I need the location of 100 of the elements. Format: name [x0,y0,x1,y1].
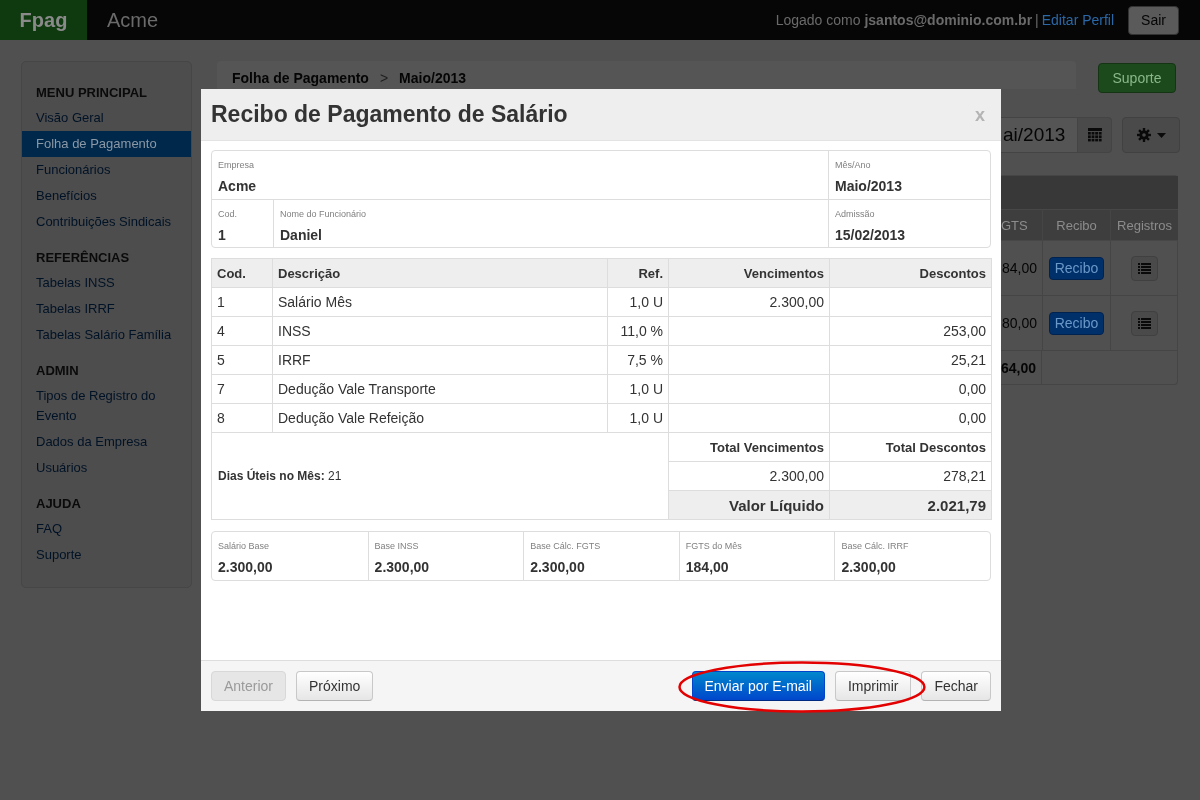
working-days-text: Dias Úteis no Mês: 21 [211,432,669,520]
table-cell: INSS [272,316,608,346]
table-cell: 4 [211,316,273,346]
session-info: Logado como jsantos@dominio.com.br [775,12,1033,28]
field-label: Admissão [835,208,876,220]
field-value: 1 [218,226,227,244]
sidebar-item[interactable]: Usuários [22,455,191,481]
column-header: Descontos [829,258,992,288]
table-cell: Dedução Vale Refeição [272,403,608,433]
field-label: Nome do Funcionário [280,208,368,220]
field-value: 2.300,00 [374,558,431,576]
column-header: Total Vencimentos [668,432,830,462]
table-cell: 7 [211,374,273,404]
section-heading: ADMIN [35,362,80,380]
table-cell: 2.300,00 [668,287,830,317]
column-header: Registros [1110,209,1178,241]
profile-link[interactable]: Editar Perfil [1041,12,1115,28]
list-icon [1138,262,1151,274]
sidebar-item[interactable]: Tabelas IRRF [22,296,191,322]
table-cell: 11,0 % [607,316,669,346]
field-value: 184,00 [685,558,730,576]
action-button[interactable]: Imprimir [834,671,912,701]
sidebar-item[interactable]: Tipos de Registro do Evento [22,383,191,429]
column-header: Vencimentos [668,258,830,288]
table-cell: 5 [211,345,273,375]
field-label: Base Cálc. IRRF [841,540,910,552]
field-value: 2.300,00 [530,558,586,576]
field-value: 2.300,00 [218,558,274,576]
field-label: Base INSS [374,540,420,552]
table-cell: 253,00 [829,316,992,346]
breadcrumb-current: Maio/2013 [399,70,467,87]
column-header: Ref. [607,258,669,288]
column-header: Recibo [1042,209,1110,241]
table-cell: 0,00 [829,403,992,433]
brand-logo[interactable]: Fpag [0,0,87,40]
sidebar-item[interactable]: Visão Geral [22,105,191,131]
section-heading: MENU PRINCIPAL [35,84,148,102]
caret-icon [1156,132,1166,138]
table-cell: 25,21 [829,345,992,375]
table-cell: 2.300,00 [668,461,830,491]
net-value-label: Valor Líquido [668,490,830,520]
calendar-button[interactable] [1078,117,1112,153]
field-value: Acme [218,177,258,195]
field-value: 2.300,00 [841,558,897,576]
breadcrumb-separator: > [379,70,389,87]
table-cell: 1,0 U [607,374,669,404]
sidebar-item[interactable]: Folha de Pagamento [22,131,191,157]
sidebar-item[interactable]: Suporte [22,542,191,568]
table-cell: 8 [211,403,273,433]
table-cell: 0,00 [829,374,992,404]
settings-dropdown-button[interactable] [1122,117,1180,153]
sidebar-item[interactable]: Tabelas INSS [22,270,191,296]
list-icon [1138,317,1151,329]
logout-button[interactable]: Sair [1128,5,1179,35]
field-label: Mês/Ano [835,159,872,171]
period-field[interactable]: ai/2013 [1001,117,1078,153]
field-label: Salário Base [218,540,271,552]
receipt-button[interactable]: Recibo [1049,311,1104,335]
table-cell: IRRF [272,345,608,375]
table-cell: 1,0 U [607,403,669,433]
table-cell: 1 [211,287,273,317]
sidebar-item[interactable]: Funcionários [22,157,191,183]
field-value: 15/02/2013 [835,226,907,244]
column-header: Total Descontos [829,432,992,462]
table-cell: 7,5 % [607,345,669,375]
column-header: Cod. [211,258,273,288]
records-button[interactable] [1131,255,1158,281]
receipt-button[interactable]: Recibo [1049,256,1104,280]
link-separator: | [1035,12,1039,28]
action-button[interactable]: Enviar por E-mail [691,671,825,701]
calendar-icon [1087,128,1102,142]
sidebar-item[interactable]: Dados da Empresa [22,429,191,455]
field-label: Empresa [218,159,255,171]
sidebar-item[interactable]: Contribuições Sindicais [22,209,191,235]
section-heading: AJUDA [35,495,82,513]
column-header: Descrição [272,258,608,288]
breadcrumb-link[interactable]: Folha de Pagamento [232,70,369,87]
section-heading: REFERÊNCIAS [35,249,131,267]
table-cell: Dedução Vale Transporte [272,374,608,404]
sidebar-item[interactable]: FAQ [22,516,191,542]
field-label: Base Cálc. FGTS [530,540,602,552]
nav-button[interactable]: Próximo [296,671,374,701]
field-value: Maio/2013 [835,177,903,195]
sidebar-item[interactable]: Benefícios [22,183,191,209]
column-header: GTS [1001,209,1042,241]
field-label: FGTS do Mês [685,540,743,552]
field-value: Daniel [280,226,323,244]
sidebar-item[interactable]: Tabelas Salário Família [22,322,191,348]
close-button[interactable]: x [969,104,991,125]
table-cell: 278,21 [829,461,992,491]
table-cell: Salário Mês [272,287,608,317]
action-button[interactable]: Fechar [921,671,991,701]
support-button[interactable]: Suporte [1098,63,1176,93]
settings-icon [1136,128,1151,142]
company-name: Acme [107,8,159,32]
field-label: Cod. [218,208,238,220]
net-value: 2.021,79 [829,490,992,520]
table-cell: 1,0 U [607,287,669,317]
records-button[interactable] [1131,310,1158,336]
modal-title: Recibo de Pagamento de Salário [211,101,568,128]
